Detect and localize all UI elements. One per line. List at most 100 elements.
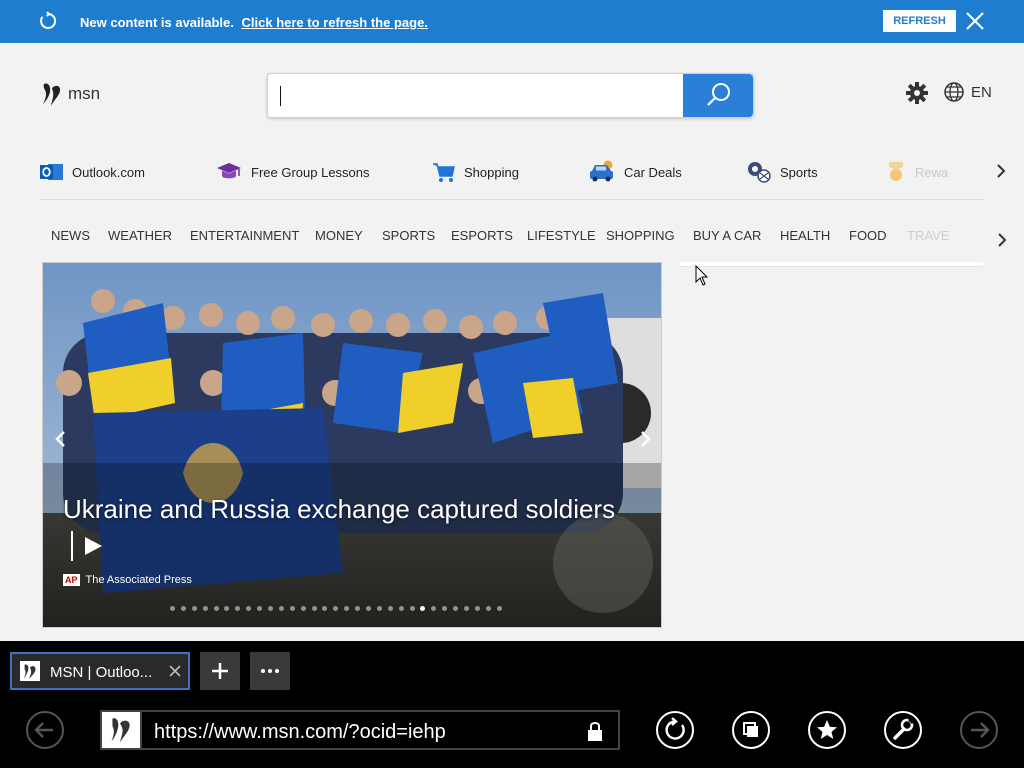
section-divider xyxy=(40,199,984,200)
carousel-dot[interactable] xyxy=(420,606,426,611)
new-tab-button[interactable] xyxy=(200,652,240,690)
search-button[interactable] xyxy=(683,74,753,117)
close-tab-icon[interactable] xyxy=(166,662,184,680)
close-icon[interactable] xyxy=(964,10,986,32)
refresh-icon[interactable] xyxy=(655,710,695,750)
category-lifestyle[interactable]: LIFESTYLE xyxy=(527,228,596,243)
carousel-dot[interactable] xyxy=(246,606,252,611)
carousel-dot[interactable] xyxy=(180,606,186,611)
graduation-cap-icon xyxy=(217,163,241,179)
carousel-dot[interactable] xyxy=(409,606,415,611)
carousel-dot[interactable] xyxy=(431,606,437,611)
category-buy-a-car[interactable]: BUY A CAR xyxy=(693,228,761,243)
carousel-dot[interactable] xyxy=(224,606,230,611)
category-news[interactable]: NEWS xyxy=(51,228,90,243)
globe-icon xyxy=(944,82,964,102)
hero-headline[interactable]: Ukraine and Russia exchange captured sol… xyxy=(63,494,615,525)
carousel-dot[interactable] xyxy=(376,606,382,611)
carousel-dot[interactable] xyxy=(355,606,361,611)
tabs-icon[interactable] xyxy=(731,710,771,750)
carousel-dot[interactable] xyxy=(268,606,274,611)
search-input[interactable] xyxy=(278,82,678,110)
category-money[interactable]: MONEY xyxy=(315,228,363,243)
carousel-dot[interactable] xyxy=(213,606,219,611)
category-health[interactable]: HEALTH xyxy=(780,228,830,243)
carousel-dot[interactable] xyxy=(344,606,350,611)
hero-source: AP The Associated Press xyxy=(63,574,192,586)
favorites-star-icon[interactable] xyxy=(807,710,847,750)
search-box[interactable] xyxy=(267,73,754,118)
quick-link-car-deals[interactable]: Car Deals xyxy=(588,157,682,187)
mouse-cursor-icon xyxy=(695,265,709,286)
ap-logo: AP xyxy=(63,574,80,586)
language-selector[interactable]: EN xyxy=(943,81,992,103)
category-travel[interactable]: TRAVE xyxy=(907,228,949,243)
category-sports[interactable]: SPORTS xyxy=(382,228,435,243)
carousel-dot[interactable] xyxy=(496,606,502,611)
quick-link-free-group-lessons[interactable]: Free Group Lessons xyxy=(215,157,370,187)
carousel-dot[interactable] xyxy=(289,606,295,611)
back-icon[interactable] xyxy=(25,710,65,750)
quick-link-outlook[interactable]: Outlook.com xyxy=(40,157,145,187)
sports-ball-icon xyxy=(748,162,771,183)
hero-carousel[interactable]: Ukraine and Russia exchange captured sol… xyxy=(42,262,662,628)
address-bar-area: https://www.msn.com/?ocid=iehp xyxy=(0,700,1024,768)
browser-tab[interactable]: MSN | Outloo... xyxy=(10,652,190,690)
category-esports[interactable]: ESPORTS xyxy=(451,228,513,243)
forward-icon[interactable] xyxy=(959,710,999,750)
categories-next-arrow-icon[interactable] xyxy=(994,229,1010,251)
quick-link-label: Rewa xyxy=(915,164,949,180)
search-icon xyxy=(707,83,730,106)
carousel-dot[interactable] xyxy=(170,606,175,611)
side-panel xyxy=(679,262,983,267)
car-icon xyxy=(590,160,613,182)
source-name: The Associated Press xyxy=(85,574,192,586)
carousel-dot[interactable] xyxy=(398,606,404,611)
quick-link-label: Free Group Lessons xyxy=(251,164,370,180)
carousel-dot[interactable] xyxy=(191,606,197,611)
carousel-dot[interactable] xyxy=(387,606,393,611)
carousel-dot[interactable] xyxy=(366,606,372,611)
notification-bar: New content is available. Click here to … xyxy=(0,0,1024,43)
carousel-dot[interactable] xyxy=(464,606,470,611)
tools-wrench-icon[interactable] xyxy=(883,710,923,750)
msn-butterfly-icon xyxy=(43,83,61,106)
carousel-dot[interactable] xyxy=(322,606,328,611)
category-shopping[interactable]: SHOPPING xyxy=(606,228,675,243)
quick-link-label: Sports xyxy=(780,164,818,180)
carousel-dot[interactable] xyxy=(485,606,491,611)
carousel-next-icon[interactable] xyxy=(633,427,657,451)
tab-title: MSN | Outloo... xyxy=(50,664,153,681)
carousel-prev-icon[interactable] xyxy=(49,427,73,451)
category-weather[interactable]: WEATHER xyxy=(108,228,172,243)
quick-link-shopping[interactable]: Shopping xyxy=(432,157,519,187)
refresh-button[interactable]: REFRESH xyxy=(883,10,956,32)
carousel-dot[interactable] xyxy=(257,606,263,611)
quick-links-next-arrow-icon[interactable] xyxy=(993,160,1009,182)
outlook-icon xyxy=(40,164,63,180)
lock-icon[interactable] xyxy=(586,720,604,742)
carousel-dot[interactable] xyxy=(300,606,306,611)
url-text[interactable]: https://www.msn.com/?ocid=iehp xyxy=(154,721,446,744)
quick-link-rewards[interactable]: Rewa xyxy=(885,157,948,187)
category-nav: NEWS WEATHER ENTERTAINMENT MONEY SPORTS … xyxy=(40,225,985,247)
carousel-dot[interactable] xyxy=(278,606,284,611)
carousel-dot[interactable] xyxy=(474,606,480,611)
carousel-dot[interactable] xyxy=(453,606,459,611)
refresh-page-link[interactable]: Click here to refresh the page. xyxy=(242,15,428,30)
site-icon xyxy=(102,712,142,748)
address-bar[interactable]: https://www.msn.com/?ocid=iehp xyxy=(100,710,620,750)
quick-link-sports[interactable]: Sports xyxy=(746,157,818,187)
play-icon[interactable] xyxy=(71,531,111,561)
carousel-dot[interactable] xyxy=(202,606,208,611)
carousel-dot[interactable] xyxy=(235,606,241,611)
category-entertainment[interactable]: ENTERTAINMENT xyxy=(190,228,299,243)
text-caret xyxy=(280,86,281,106)
carousel-dot[interactable] xyxy=(311,606,317,611)
carousel-dot[interactable] xyxy=(442,606,448,611)
carousel-dot[interactable] xyxy=(333,606,339,611)
tab-options-button[interactable] xyxy=(250,652,290,690)
msn-logo[interactable]: msn xyxy=(40,80,100,108)
category-food[interactable]: FOOD xyxy=(849,228,887,243)
gear-icon[interactable] xyxy=(905,81,929,105)
